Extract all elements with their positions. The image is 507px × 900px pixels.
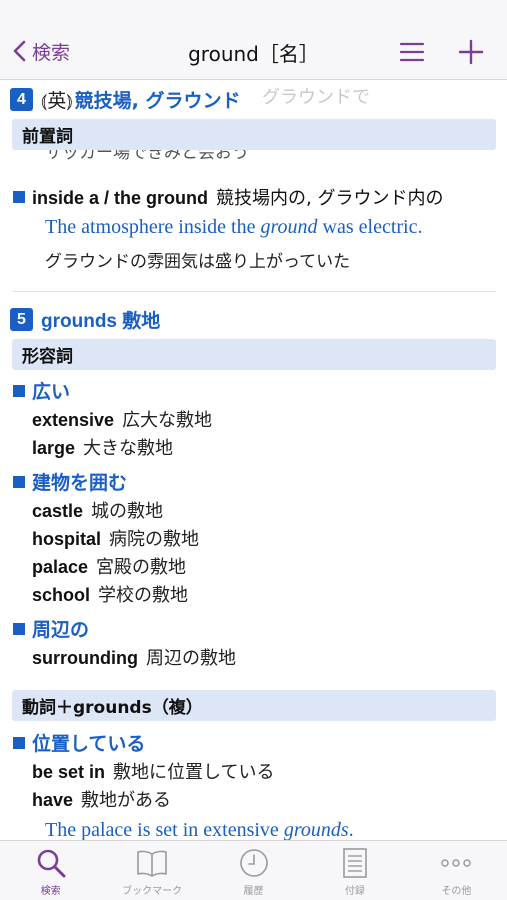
tab-label: 付録	[344, 886, 365, 897]
tab-label: 検索	[40, 886, 61, 897]
sense-4-heading: 4 ⦅英⦆ 競技場, グラウンド	[10, 86, 241, 113]
bullet-square-icon	[13, 475, 25, 488]
tab-search[interactable]: 検索	[0, 841, 101, 900]
phrase-en: inside a / the ground	[32, 188, 209, 208]
sense-5-heading: 5 grounds 敷地	[10, 306, 160, 333]
collocation-group-heading: 周辺の	[13, 615, 89, 642]
collocation-group-heading: 位置している	[13, 729, 145, 756]
document-icon	[343, 848, 367, 878]
bullet-square-icon	[13, 622, 25, 635]
list-icon	[399, 42, 425, 62]
collocation-entry: extensive 広大な敷地	[32, 410, 213, 431]
plus-icon	[458, 39, 484, 65]
add-bookmark-button[interactable]	[456, 37, 486, 67]
sense-number-badge: 4	[10, 88, 33, 111]
sense-number-badge: 5	[10, 308, 33, 331]
example-sentence: The atmosphere inside the ground was ele…	[45, 216, 423, 238]
tab-label: ブックマーク	[122, 886, 183, 897]
tab-history[interactable]: 履歴	[203, 841, 304, 900]
region-label: ⦅英⦆	[41, 90, 73, 112]
divider	[12, 291, 496, 292]
collocation-entry: palace 宮殿の敷地	[32, 557, 187, 578]
tab-more[interactable]: その他	[406, 841, 507, 900]
scrolled-text: グラウンドで	[262, 87, 370, 108]
collocation-entry: have 敷地がある	[32, 790, 172, 811]
tab-label: 履歴	[243, 886, 264, 897]
example-sentence: The palace is set in extensive grounds.	[45, 819, 354, 840]
bullet-square-icon	[13, 191, 25, 203]
bullet-square-icon	[13, 384, 25, 397]
bullet-square-icon	[13, 736, 25, 749]
tab-bar: 検索 ブックマーク 履歴 付録 その他	[0, 840, 507, 900]
section-adjective: 形容詞	[12, 339, 496, 370]
collocation-entry: be set in 敷地に位置している	[32, 762, 275, 783]
sense-label: 競技場, グラウンド	[74, 90, 241, 112]
sense-label: grounds 敷地	[41, 311, 161, 332]
section-verb: 動詞＋grounds（複）	[12, 690, 496, 721]
example-translation: グラウンドの雰囲気は盛り上がっていた	[45, 252, 351, 272]
collocation-group-heading: 広い	[13, 377, 70, 404]
collocation-entry: school 学校の敷地	[32, 585, 189, 606]
search-icon	[37, 849, 66, 878]
collocation-entry: castle 城の敷地	[32, 501, 164, 522]
menu-button[interactable]	[398, 40, 426, 64]
book-icon	[137, 850, 167, 877]
section-preposition: 前置詞	[12, 119, 496, 150]
phrase-entry: inside a / the ground 競技場内の, グラウンド内の	[13, 184, 443, 210]
tab-appendix[interactable]: 付録	[304, 841, 405, 900]
collocation-entry: surrounding 周辺の敷地	[32, 648, 236, 669]
tab-label: その他	[441, 886, 472, 897]
entry-content[interactable]: グラウンドで サッカー場できみと会おう 4 ⦅英⦆ 競技場, グラウンド 前置詞 …	[0, 80, 507, 840]
collocation-group-heading: 建物を囲む	[13, 468, 127, 495]
page-title: ground［名］	[188, 42, 319, 66]
more-icon	[441, 859, 472, 867]
phrase-ja: 競技場内の, グラウンド内の	[216, 188, 444, 209]
tab-bookmark[interactable]: ブックマーク	[101, 841, 202, 900]
collocation-entry: large 大きな敷地	[32, 438, 174, 459]
clock-icon	[239, 849, 268, 877]
collocation-entry: hospital 病院の敷地	[32, 529, 200, 550]
navigation-bar: 検索 ground［名］	[0, 0, 507, 80]
